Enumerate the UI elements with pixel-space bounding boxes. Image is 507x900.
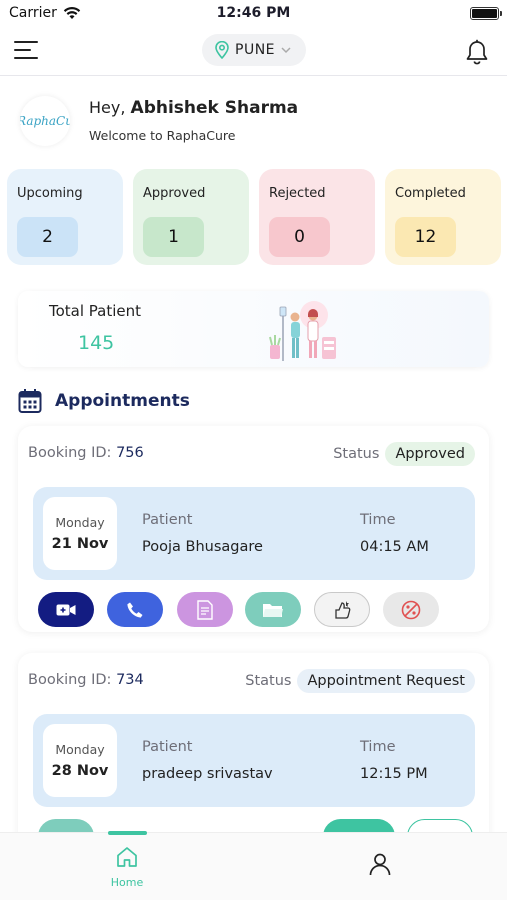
date-value: 21 Nov — [51, 536, 109, 552]
stat-count: 2 — [17, 217, 78, 257]
stat-label: Upcoming — [17, 186, 83, 201]
phone-icon — [127, 602, 143, 618]
stat-count: 0 — [269, 217, 330, 257]
time-label: Time — [360, 739, 396, 755]
logo-text: RaphaCu — [20, 114, 70, 128]
status: Status Approved — [333, 442, 475, 466]
action-buttons — [38, 592, 478, 628]
stat-label: Completed — [395, 186, 466, 201]
review-button[interactable] — [314, 592, 370, 627]
greeting-section: RaphaCu Hey, Abhishek Sharma Welcome to … — [0, 76, 507, 166]
battery-icon — [470, 7, 502, 20]
total-patient-card: Total Patient 145 — [18, 291, 489, 367]
top-nav: PUNE — [0, 28, 507, 76]
patient-name: Pooja Bhusagare — [142, 539, 263, 555]
appointment-details: Monday 21 Nov Patient Pooja Bhusagare Ti… — [33, 487, 475, 580]
booking-id-label: Booking ID: — [28, 445, 112, 461]
stat-count: 12 — [395, 217, 456, 257]
date-box: Monday 28 Nov — [43, 724, 117, 797]
tab-home[interactable]: Home — [106, 845, 148, 889]
stat-card-upcoming[interactable]: Upcoming 2 — [7, 169, 123, 265]
phone-call-button[interactable] — [107, 592, 163, 627]
stat-label: Rejected — [269, 186, 326, 201]
status-bar: Carrier 12:46 PM — [0, 0, 507, 28]
appointments-header: Appointments — [18, 386, 190, 416]
raphacure-logo: RaphaCu — [20, 96, 70, 146]
greeting-line: Hey, Abhishek Sharma — [89, 98, 298, 118]
cancel-icon — [401, 600, 421, 619]
bell-icon[interactable] — [465, 39, 489, 65]
review-icon — [335, 600, 351, 619]
prescription-button[interactable] — [177, 592, 233, 627]
cancel-appointment-button[interactable] — [383, 592, 439, 627]
chevron-down-icon — [281, 47, 291, 54]
video-call-button[interactable] — [38, 592, 94, 627]
date-value: 28 Nov — [51, 763, 109, 779]
appointment-time: 04:15 AM — [360, 539, 429, 555]
user-icon[interactable] — [368, 852, 392, 876]
status-badge: Appointment Request — [297, 669, 475, 693]
booking-id-value: 756 — [116, 445, 144, 461]
stat-card-completed[interactable]: Completed 12 — [385, 169, 501, 265]
location-pin-icon — [215, 41, 229, 59]
patient-label: Patient — [142, 512, 193, 528]
bottom-tab-bar: Home — [0, 831, 507, 900]
stat-card-approved[interactable]: Approved 1 — [133, 169, 249, 265]
total-patient-label: Total Patient — [49, 302, 142, 320]
booking-id: Booking ID: 734 — [28, 672, 144, 688]
active-tab-indicator — [108, 831, 147, 835]
user-name: Abhishek Sharma — [130, 98, 299, 118]
status: Status Appointment Request — [245, 669, 475, 693]
report-icon — [197, 599, 213, 620]
documents-button[interactable] — [245, 592, 301, 627]
appointment-time: 12:15 PM — [360, 766, 428, 782]
stats-row: Upcoming 2 Approved 1 Rejected 0 Complet… — [0, 166, 507, 270]
clock: 12:46 PM — [216, 5, 291, 21]
stat-count: 1 — [143, 217, 204, 257]
location-selector[interactable]: PUNE — [202, 34, 306, 66]
doctor-patient-illustration — [269, 301, 336, 361]
date-day: Monday — [55, 515, 105, 530]
stat-label: Approved — [143, 186, 206, 201]
patient-label: Patient — [142, 739, 193, 755]
appointment-card[interactable]: Booking ID: 756 Status Approved Monday 2… — [18, 426, 489, 632]
stat-card-rejected[interactable]: Rejected 0 — [259, 169, 375, 265]
city-label: PUNE — [235, 42, 276, 58]
status-badge: Approved — [385, 442, 475, 466]
booking-id: Booking ID: 756 — [28, 445, 144, 461]
menu-icon[interactable] — [14, 41, 40, 63]
booking-id-value: 734 — [116, 672, 144, 688]
calendar-icon — [18, 389, 42, 413]
home-icon — [117, 847, 137, 867]
welcome-text: Welcome to RaphaCure — [89, 128, 236, 143]
appointments-title: Appointments — [55, 391, 190, 411]
date-day: Monday — [55, 742, 105, 757]
status-label: Status — [333, 446, 380, 462]
appointment-card[interactable]: Booking ID: 734 Status Appointment Reque… — [18, 653, 489, 854]
time-label: Time — [360, 512, 396, 528]
patient-name: pradeep srivastav — [142, 766, 273, 782]
folder-icon — [263, 603, 283, 617]
video-icon — [56, 604, 76, 615]
total-patient-value: 145 — [78, 332, 115, 354]
status-label: Status — [245, 673, 292, 689]
appointment-details: Monday 28 Nov Patient pradeep srivastav … — [33, 714, 475, 807]
greeting-hey: Hey, — [89, 98, 126, 117]
tab-home-label: Home — [110, 876, 144, 889]
date-box: Monday 21 Nov — [43, 497, 117, 570]
booking-id-label: Booking ID: — [28, 672, 112, 688]
